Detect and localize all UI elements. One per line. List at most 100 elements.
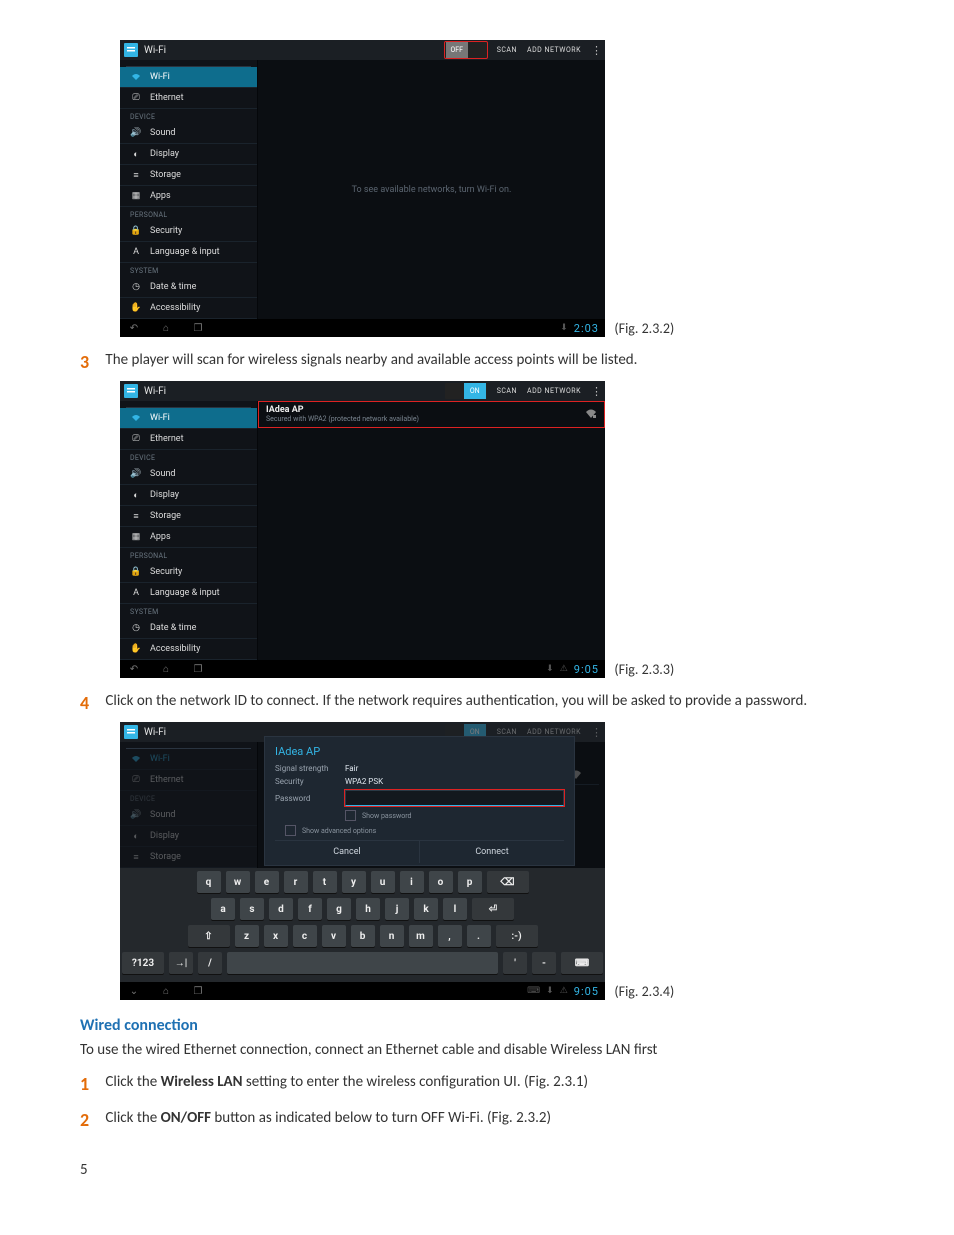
key-n[interactable]: n bbox=[380, 925, 404, 947]
screen-title: Wi-Fi bbox=[144, 727, 166, 738]
sidebar-item-sound[interactable]: 🔊Sound bbox=[120, 123, 257, 144]
scan-button[interactable]: SCAN bbox=[497, 387, 517, 395]
sidebar-item-accessibility[interactable]: ✋Accessibility bbox=[120, 298, 257, 319]
add-network-button[interactable]: ADD NETWORK bbox=[527, 387, 581, 395]
key-t[interactable]: t bbox=[313, 871, 337, 893]
display-icon: ◐ bbox=[130, 489, 142, 501]
key-u[interactable]: u bbox=[371, 871, 395, 893]
key-symbols[interactable]: ?123 bbox=[122, 952, 164, 974]
recents-icon[interactable]: ❐ bbox=[190, 322, 206, 334]
sidebar-item-wifi[interactable]: Wi-Fi bbox=[120, 408, 257, 429]
key-,[interactable]: , bbox=[438, 925, 462, 947]
network-item[interactable]: IAdea AP Secured with WPA2 (protected ne… bbox=[258, 401, 605, 428]
keyboard-hide-icon[interactable]: ⌄ bbox=[126, 985, 142, 997]
show-password-checkbox[interactable]: Show password bbox=[345, 810, 564, 821]
home-icon[interactable]: ⌂ bbox=[158, 985, 174, 997]
key-v[interactable]: v bbox=[322, 925, 346, 947]
sidebar-item-storage[interactable]: ≡Storage bbox=[120, 165, 257, 186]
sidebar-item-display[interactable]: ◐Display bbox=[120, 485, 257, 506]
sidebar-item-sound[interactable]: 🔊Sound bbox=[120, 464, 257, 485]
add-network-button[interactable]: ADD NETWORK bbox=[527, 46, 581, 54]
key-z[interactable]: z bbox=[235, 925, 259, 947]
system-navbar: ↶ ⌂ ❐ ⬇ 2:03 bbox=[120, 319, 605, 337]
key-p[interactable]: p bbox=[458, 871, 482, 893]
key-m[interactable]: m bbox=[409, 925, 433, 947]
key-j[interactable]: j bbox=[385, 898, 409, 920]
overflow-icon[interactable]: ⋮ bbox=[591, 726, 601, 739]
sidebar-item-wifi[interactable]: Wi-Fi bbox=[120, 67, 257, 88]
key-.[interactable]: . bbox=[467, 925, 491, 947]
sidebar-item-ethernet[interactable]: ⎚Ethernet bbox=[120, 429, 257, 450]
overflow-icon[interactable]: ⋮ bbox=[591, 44, 601, 57]
key-slash[interactable]: / bbox=[198, 952, 222, 974]
key-g[interactable]: g bbox=[327, 898, 351, 920]
key-c[interactable]: c bbox=[293, 925, 317, 947]
key-:-)[interactable]: :-) bbox=[496, 925, 538, 947]
key-w[interactable]: w bbox=[226, 871, 250, 893]
key-l[interactable]: l bbox=[443, 898, 467, 920]
key-h[interactable]: h bbox=[356, 898, 380, 920]
wifi-toggle[interactable]: OFF bbox=[445, 42, 487, 58]
settings-app-icon bbox=[124, 384, 138, 398]
wifi-toggle[interactable]: ON bbox=[445, 383, 487, 399]
key-tab[interactable]: →| bbox=[169, 952, 193, 974]
onscreen-keyboard: qwertyuiop⌫ asdfghjkl⏎ ⇧zxcvbnm,.:-) ?12… bbox=[120, 868, 605, 982]
sidebar-item-storage[interactable]: ≡Storage bbox=[120, 847, 257, 868]
add-network-button[interactable]: ADD NETWORK bbox=[527, 728, 581, 736]
recents-icon[interactable]: ❐ bbox=[190, 663, 206, 675]
sidebar-item-language[interactable]: ALanguage & input bbox=[120, 583, 257, 604]
sidebar-item-datetime[interactable]: ◷Date & time bbox=[120, 277, 257, 298]
sidebar-item-ethernet[interactable]: ⎚Ethernet bbox=[120, 88, 257, 109]
key-x[interactable]: x bbox=[264, 925, 288, 947]
key-space[interactable] bbox=[227, 952, 498, 974]
security-value: WPA2 PSK bbox=[345, 777, 383, 786]
sidebar-item-datetime[interactable]: ◷Date & time bbox=[120, 618, 257, 639]
key-quote[interactable]: ' bbox=[503, 952, 527, 974]
back-icon[interactable]: ↶ bbox=[126, 663, 142, 675]
sidebar-item-apps[interactable]: ▦Apps bbox=[120, 186, 257, 207]
sidebar-item-wifi[interactable]: Wi-Fi bbox=[120, 749, 257, 770]
key-d[interactable]: d bbox=[269, 898, 293, 920]
sidebar-item-security[interactable]: 🔒Security bbox=[120, 562, 257, 583]
sidebar-item-apps[interactable]: ▦Apps bbox=[120, 527, 257, 548]
step-3: 3 The player will scan for wireless sign… bbox=[80, 351, 874, 373]
sidebar-item-display[interactable]: ◐Display bbox=[120, 144, 257, 165]
sidebar-item-language[interactable]: ALanguage & input bbox=[120, 242, 257, 263]
key-y[interactable]: y bbox=[342, 871, 366, 893]
recents-icon[interactable]: ❐ bbox=[190, 985, 206, 997]
key-s[interactable]: s bbox=[240, 898, 264, 920]
key-e[interactable]: e bbox=[255, 871, 279, 893]
overflow-icon[interactable]: ⋮ bbox=[591, 385, 601, 398]
key-⌫[interactable]: ⌫ bbox=[487, 871, 529, 893]
key-f[interactable]: f bbox=[298, 898, 322, 920]
key-i[interactable]: i bbox=[400, 871, 424, 893]
scan-button[interactable]: SCAN bbox=[497, 46, 517, 54]
key-a[interactable]: a bbox=[211, 898, 235, 920]
key-⏎[interactable]: ⏎ bbox=[472, 898, 514, 920]
connect-button[interactable]: Connect bbox=[419, 841, 564, 863]
sidebar-item-sound[interactable]: 🔊Sound bbox=[120, 805, 257, 826]
password-input[interactable] bbox=[345, 790, 564, 806]
sidebar-item-accessibility[interactable]: ✋Accessibility bbox=[120, 639, 257, 660]
signal-strength-label: Signal strength bbox=[275, 764, 345, 773]
key-q[interactable]: q bbox=[197, 871, 221, 893]
scan-button[interactable]: SCAN bbox=[497, 728, 517, 736]
figure-caption-233: (Fig. 2.3.3) bbox=[608, 661, 674, 678]
home-icon[interactable]: ⌂ bbox=[158, 322, 174, 334]
key-b[interactable]: b bbox=[351, 925, 375, 947]
show-advanced-checkbox[interactable]: Show advanced options bbox=[285, 825, 564, 836]
key-r[interactable]: r bbox=[284, 871, 308, 893]
key-o[interactable]: o bbox=[429, 871, 453, 893]
key-⇧[interactable]: ⇧ bbox=[188, 925, 230, 947]
back-icon[interactable]: ↶ bbox=[126, 322, 142, 334]
sidebar-item-display[interactable]: ◐Display bbox=[120, 826, 257, 847]
sidebar-header-personal: PERSONAL bbox=[120, 548, 257, 562]
key-dash[interactable]: - bbox=[532, 952, 556, 974]
home-icon[interactable]: ⌂ bbox=[158, 663, 174, 675]
key-k[interactable]: k bbox=[414, 898, 438, 920]
sidebar-item-storage[interactable]: ≡Storage bbox=[120, 506, 257, 527]
key-input-method[interactable]: ⌨ bbox=[561, 952, 603, 974]
sidebar-item-security[interactable]: 🔒Security bbox=[120, 221, 257, 242]
sidebar-item-ethernet[interactable]: ⎚Ethernet bbox=[120, 770, 257, 791]
cancel-button[interactable]: Cancel bbox=[275, 841, 419, 863]
